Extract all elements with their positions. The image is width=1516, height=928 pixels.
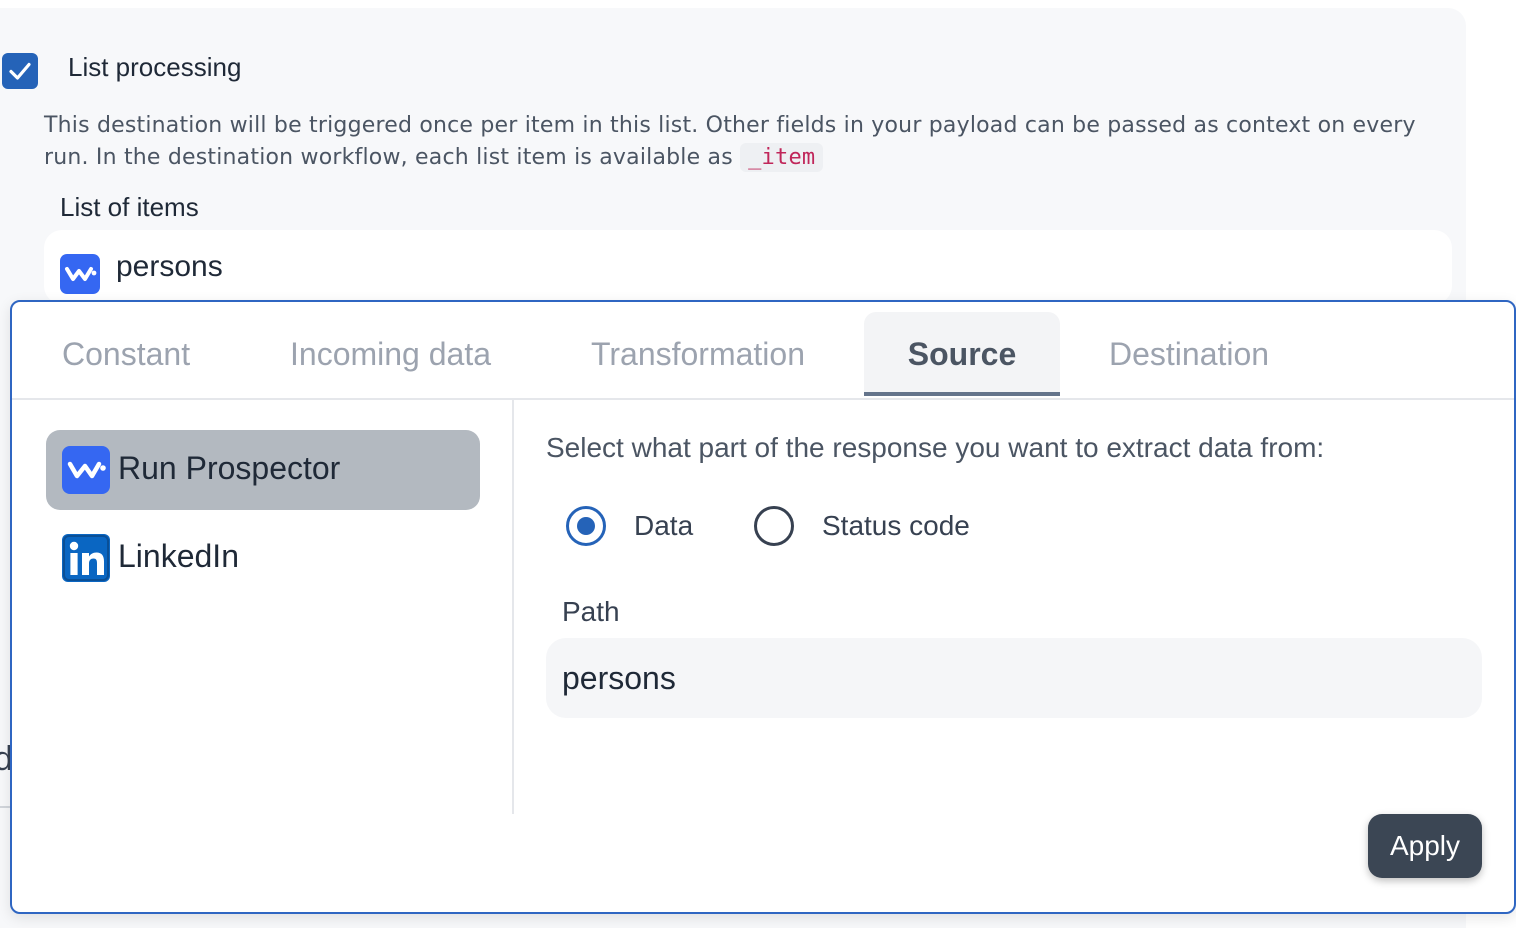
description-text: This destination will be triggered once … <box>44 113 1416 170</box>
item-token-code: _item <box>740 143 824 172</box>
linkedin-logo-icon <box>62 534 110 582</box>
tab-transformation[interactable]: Transformation <box>591 312 805 396</box>
radio-status-code-label: Status code <box>822 510 970 541</box>
tab-destination[interactable]: Destination <box>1109 312 1269 396</box>
tab-incoming-data[interactable]: Incoming data <box>290 312 491 396</box>
path-label: Path <box>562 596 620 627</box>
tab-source[interactable]: Source <box>864 312 1060 396</box>
radio-option-status-code[interactable]: Status code <box>754 506 994 548</box>
run-prospector-logo-icon <box>60 254 100 294</box>
apply-button[interactable]: Apply <box>1368 814 1482 878</box>
list-of-items-value: persons <box>116 250 223 283</box>
list-of-items-label: List of items <box>60 192 199 222</box>
radio-data-control[interactable] <box>566 506 606 546</box>
radio-data-label: Data <box>634 510 694 541</box>
variable-picker-popup: Constant Incoming data Transformation So… <box>10 300 1516 914</box>
source-item-linkedin[interactable]: LinkedIn <box>46 518 480 598</box>
list-processing-description: This destination will be triggered once … <box>44 110 1464 174</box>
radio-status-code-control[interactable] <box>754 506 794 546</box>
source-item-label: LinkedIn <box>118 538 239 574</box>
checkmark-icon <box>9 62 31 80</box>
extract-prompt: Select what part of the response you wan… <box>546 432 1325 463</box>
picker-tabs: Constant Incoming data Transformation So… <box>12 302 1514 400</box>
list-processing-checkbox[interactable] <box>2 53 38 89</box>
tab-constant[interactable]: Constant <box>62 312 190 396</box>
list-processing-label: List processing <box>68 52 242 82</box>
radio-selected-dot <box>577 517 595 535</box>
source-item-run-prospector[interactable]: Run Prospector <box>46 430 480 510</box>
radio-option-data[interactable]: Data <box>566 506 706 548</box>
panel-divider <box>512 398 514 814</box>
list-of-items-field[interactable]: persons <box>44 230 1452 304</box>
run-prospector-logo-icon <box>62 446 110 494</box>
path-input[interactable] <box>546 638 1482 718</box>
source-item-label: Run Prospector <box>118 450 341 486</box>
